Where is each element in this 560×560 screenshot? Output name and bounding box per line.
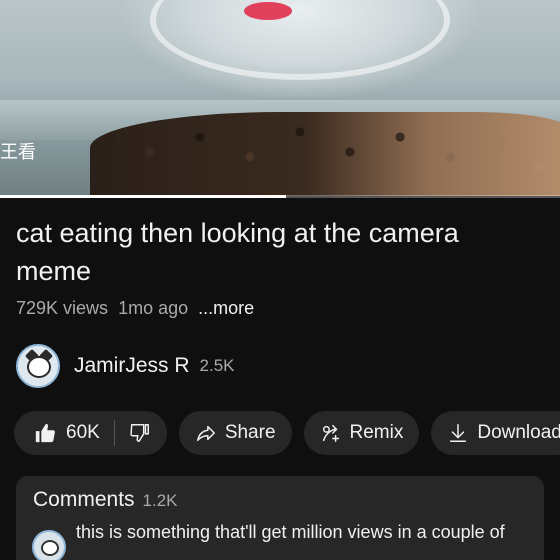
video-title: cat eating then looking at the camera me…	[16, 218, 459, 286]
like-dislike-group: 60K	[14, 411, 167, 455]
remix-label: Remix	[349, 422, 404, 443]
remix-icon	[322, 424, 339, 442]
upload-age: 1mo ago	[118, 298, 189, 318]
video-overlay-text: 王看	[0, 142, 36, 163]
action-bar: 60K Share Remix Download	[14, 411, 560, 455]
like-count: 60K	[66, 422, 100, 443]
channel-name[interactable]: JamirJess R	[74, 354, 190, 378]
video-frame-cat-tongue	[244, 2, 292, 20]
commenter-avatar	[32, 530, 66, 560]
like-button[interactable]: 60K	[34, 422, 100, 444]
remix-button[interactable]: Remix	[303, 411, 420, 455]
download-button[interactable]: Download	[431, 411, 560, 455]
video-progress-bar[interactable]	[0, 195, 560, 198]
subscriber-count: 2.5K	[199, 356, 235, 375]
share-button[interactable]: Share	[178, 411, 292, 455]
video-player[interactable]: 王看	[0, 0, 560, 196]
more-link[interactable]: ...more	[198, 298, 254, 319]
thumbs-up-icon	[35, 423, 55, 443]
video-meta: 729K views 1mo ago ...more	[16, 298, 254, 319]
dislike-button[interactable]	[129, 422, 151, 444]
comments-count: 1.2K	[142, 491, 178, 510]
thumbs-down-icon	[130, 424, 149, 442]
download-icon	[450, 424, 467, 442]
like-divider	[113, 420, 115, 446]
share-label: Share	[224, 422, 276, 443]
view-count: 729K views	[16, 298, 109, 318]
top-comment-text: this is something that'll get million vi…	[76, 522, 505, 542]
comments-title: Comments	[33, 488, 135, 511]
video-progress-fill	[0, 195, 286, 198]
channel-avatar[interactable]	[16, 344, 60, 388]
share-icon	[196, 425, 215, 442]
download-label: Download	[477, 422, 560, 443]
video-frame-kibble	[90, 112, 560, 196]
comments-header: Comments 1.2K	[33, 488, 178, 512]
channel-row[interactable]: JamirJess R 2.5K	[16, 344, 235, 388]
comments-panel[interactable]: Comments 1.2K this is something that'll …	[16, 476, 544, 560]
